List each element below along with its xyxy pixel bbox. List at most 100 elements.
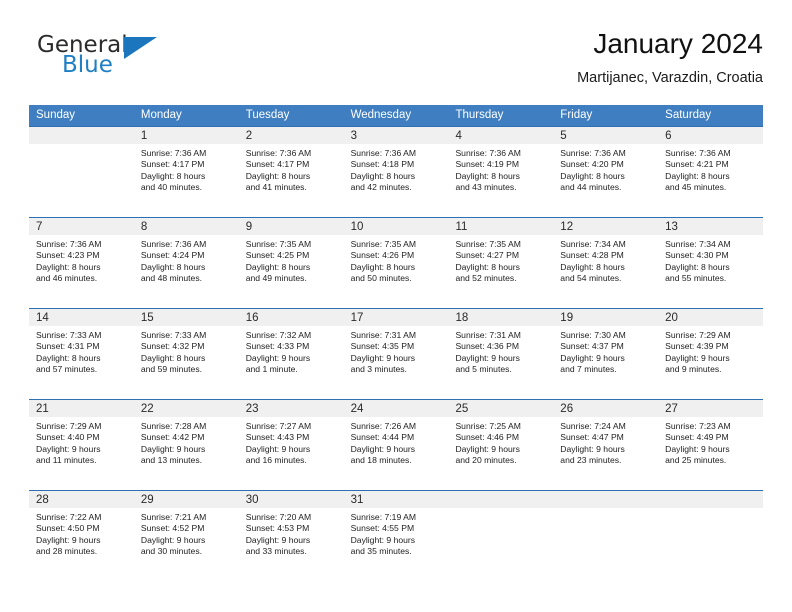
day-details: Sunrise: 7:34 AM Sunset: 4:30 PM Dayligh…	[665, 239, 763, 285]
sunrise-text: Sunrise: 7:36 AM	[665, 148, 731, 158]
day-cell[interactable]: 13 Sunrise: 7:34 AM Sunset: 4:30 PM Dayl…	[658, 218, 763, 308]
logo-text-blue: Blue	[62, 52, 113, 78]
sunset-text: Sunset: 4:55 PM	[350, 523, 415, 534]
daylight-text-line2: and 30 minutes.	[140, 546, 203, 557]
daylight-text-line1: Daylight: 8 hours	[245, 261, 311, 272]
day-details: Sunrise: 7:27 AM Sunset: 4:43 PM Dayligh…	[246, 421, 344, 467]
day-cell[interactable]: 19 Sunrise: 7:30 AM Sunset: 4:37 PM Dayl…	[553, 309, 658, 399]
day-cell[interactable]: 1 Sunrise: 7:36 AM Sunset: 4:17 PM Dayli…	[134, 127, 239, 217]
sunrise-text: Sunrise: 7:26 AM	[350, 421, 417, 431]
daylight-text-line2: and 1 minute.	[245, 364, 298, 375]
calendar-page: General Blue January 2024 Martijanec, Va…	[0, 0, 792, 612]
day-cell[interactable]: 23 Sunrise: 7:27 AM Sunset: 4:43 PM Dayl…	[239, 400, 344, 490]
daylight-text-line2: and 11 minutes.	[36, 455, 97, 466]
daylight-text-line2: and 50 minutes.	[350, 273, 412, 284]
sunrise-text: Sunrise: 7:36 AM	[350, 148, 417, 158]
day-details: Sunrise: 7:22 AM Sunset: 4:50 PM Dayligh…	[36, 512, 134, 558]
day-cell[interactable]: 12 Sunrise: 7:34 AM Sunset: 4:28 PM Dayl…	[553, 218, 658, 308]
daylight-text-line1: Daylight: 9 hours	[560, 443, 625, 454]
day-number: 20	[665, 312, 678, 324]
day-cell[interactable]: 17 Sunrise: 7:31 AM Sunset: 4:35 PM Dayl…	[344, 309, 449, 399]
day-cell[interactable]: 5 Sunrise: 7:36 AM Sunset: 4:20 PM Dayli…	[553, 127, 658, 217]
weekday-header-tuesday: Tuesday	[245, 109, 290, 121]
sunset-text: Sunset: 4:18 PM	[350, 159, 415, 170]
daylight-text-line2: and 28 minutes.	[36, 546, 98, 557]
day-cell[interactable]: 27 Sunrise: 7:23 AM Sunset: 4:49 PM Dayl…	[658, 400, 763, 490]
day-number: 17	[350, 312, 364, 324]
day-cell[interactable]: 26 Sunrise: 7:24 AM Sunset: 4:47 PM Dayl…	[553, 400, 658, 490]
sunset-text: Sunset: 4:44 PM	[350, 432, 415, 443]
weekday-header-friday: Friday	[560, 109, 593, 121]
day-number: 19	[560, 312, 574, 324]
week-row: 28 Sunrise: 7:22 AM Sunset: 4:50 PM Dayl…	[29, 490, 763, 581]
day-cell[interactable]: 8 Sunrise: 7:36 AM Sunset: 4:24 PM Dayli…	[134, 218, 239, 308]
day-cell[interactable]: 21 Sunrise: 7:29 AM Sunset: 4:40 PM Dayl…	[29, 400, 134, 490]
day-details: Sunrise: 7:30 AM Sunset: 4:37 PM Dayligh…	[560, 330, 658, 376]
daylight-text-line2: and 43 minutes.	[455, 182, 517, 193]
day-cell[interactable]: 3 Sunrise: 7:36 AM Sunset: 4:18 PM Dayli…	[344, 127, 449, 217]
sunset-text: Sunset: 4:23 PM	[36, 250, 100, 261]
day-cell[interactable]	[553, 491, 658, 581]
day-cell[interactable]: 7 Sunrise: 7:36 AM Sunset: 4:23 PM Dayli…	[29, 218, 134, 308]
sunset-text: Sunset: 4:26 PM	[350, 250, 415, 261]
day-cell[interactable]: 31 Sunrise: 7:19 AM Sunset: 4:55 PM Dayl…	[344, 491, 449, 581]
day-details: Sunrise: 7:29 AM Sunset: 4:40 PM Dayligh…	[36, 421, 134, 467]
daylight-text-line2: and 57 minutes.	[36, 364, 98, 375]
day-cell[interactable]: 2 Sunrise: 7:36 AM Sunset: 4:17 PM Dayli…	[239, 127, 344, 217]
daylight-text-line2: and 35 minutes.	[350, 546, 412, 557]
sunset-text: Sunset: 4:53 PM	[245, 523, 310, 534]
sunrise-text: Sunrise: 7:35 AM	[245, 239, 312, 249]
daylight-text-line1: Daylight: 8 hours	[140, 261, 206, 272]
sunrise-text: Sunrise: 7:27 AM	[245, 421, 312, 431]
day-cell[interactable]: 9 Sunrise: 7:35 AM Sunset: 4:25 PM Dayli…	[239, 218, 344, 308]
day-cell[interactable]	[448, 491, 553, 581]
daylight-text-line1: Daylight: 9 hours	[350, 534, 416, 545]
daylight-text-line2: and 5 minutes.	[455, 364, 512, 375]
day-details: Sunrise: 7:35 AM Sunset: 4:25 PM Dayligh…	[246, 239, 344, 285]
generalblue-logo[interactable]: General Blue	[29, 26, 249, 86]
sunset-text: Sunset: 4:25 PM	[245, 250, 310, 261]
weekday-header-sunday: Sunday	[36, 109, 76, 121]
page-subtitle: Martijanec, Varazdin, Croatia	[577, 70, 763, 86]
sunset-text: Sunset: 4:31 PM	[36, 341, 100, 352]
sunrise-text: Sunrise: 7:36 AM	[245, 148, 312, 158]
day-cell[interactable]: 11 Sunrise: 7:35 AM Sunset: 4:27 PM Dayl…	[448, 218, 553, 308]
sunrise-text: Sunrise: 7:36 AM	[560, 148, 626, 158]
day-cell[interactable]: 14 Sunrise: 7:33 AM Sunset: 4:31 PM Dayl…	[29, 309, 134, 399]
day-cell[interactable]: 22 Sunrise: 7:28 AM Sunset: 4:42 PM Dayl…	[134, 400, 239, 490]
daylight-text-line1: Daylight: 8 hours	[36, 261, 101, 272]
day-cell[interactable]	[658, 491, 763, 581]
week-row: 21 Sunrise: 7:29 AM Sunset: 4:40 PM Dayl…	[29, 399, 763, 490]
daylight-text-line1: Daylight: 8 hours	[560, 170, 625, 181]
day-cell[interactable]: 18 Sunrise: 7:31 AM Sunset: 4:36 PM Dayl…	[448, 309, 553, 399]
sunrise-text: Sunrise: 7:35 AM	[350, 239, 417, 249]
sunrise-text: Sunrise: 7:25 AM	[455, 421, 521, 431]
day-cell[interactable]: 6 Sunrise: 7:36 AM Sunset: 4:21 PM Dayli…	[658, 127, 763, 217]
day-cell[interactable]: 25 Sunrise: 7:25 AM Sunset: 4:46 PM Dayl…	[448, 400, 553, 490]
sunrise-text: Sunrise: 7:23 AM	[665, 421, 731, 431]
day-cell[interactable]: 30 Sunrise: 7:20 AM Sunset: 4:53 PM Dayl…	[239, 491, 344, 581]
day-details: Sunrise: 7:36 AM Sunset: 4:23 PM Dayligh…	[36, 239, 134, 285]
day-cell[interactable]: 20 Sunrise: 7:29 AM Sunset: 4:39 PM Dayl…	[658, 309, 763, 399]
day-cell[interactable]: 29 Sunrise: 7:21 AM Sunset: 4:52 PM Dayl…	[134, 491, 239, 581]
daylight-text-line2: and 55 minutes.	[665, 273, 727, 284]
day-cell[interactable]: 4 Sunrise: 7:36 AM Sunset: 4:19 PM Dayli…	[448, 127, 553, 217]
day-cell[interactable]	[29, 127, 134, 217]
day-cell[interactable]: 10 Sunrise: 7:35 AM Sunset: 4:26 PM Dayl…	[344, 218, 449, 308]
sunset-text: Sunset: 4:36 PM	[455, 341, 519, 352]
sunrise-text: Sunrise: 7:31 AM	[455, 330, 521, 340]
title-block: January 2024 Martijanec, Varazdin, Croat…	[577, 26, 763, 88]
daylight-text-line2: and 42 minutes.	[350, 182, 412, 193]
day-cell[interactable]: 15 Sunrise: 7:33 AM Sunset: 4:32 PM Dayl…	[134, 309, 239, 399]
day-cell[interactable]: 28 Sunrise: 7:22 AM Sunset: 4:50 PM Dayl…	[29, 491, 134, 581]
daylight-text-line1: Daylight: 8 hours	[665, 170, 730, 181]
day-cell[interactable]: 24 Sunrise: 7:26 AM Sunset: 4:44 PM Dayl…	[344, 400, 449, 490]
day-number: 29	[140, 494, 154, 506]
sunrise-text: Sunrise: 7:33 AM	[36, 330, 102, 340]
day-details: Sunrise: 7:31 AM Sunset: 4:36 PM Dayligh…	[455, 330, 553, 376]
daylight-text-line2: and 13 minutes.	[140, 455, 203, 466]
sunset-text: Sunset: 4:52 PM	[140, 523, 205, 534]
week-row: 14 Sunrise: 7:33 AM Sunset: 4:31 PM Dayl…	[29, 308, 763, 399]
day-cell[interactable]: 16 Sunrise: 7:32 AM Sunset: 4:33 PM Dayl…	[239, 309, 344, 399]
weekday-header-row: Sunday Monday Tuesday Wednesday Thursday…	[29, 105, 763, 126]
